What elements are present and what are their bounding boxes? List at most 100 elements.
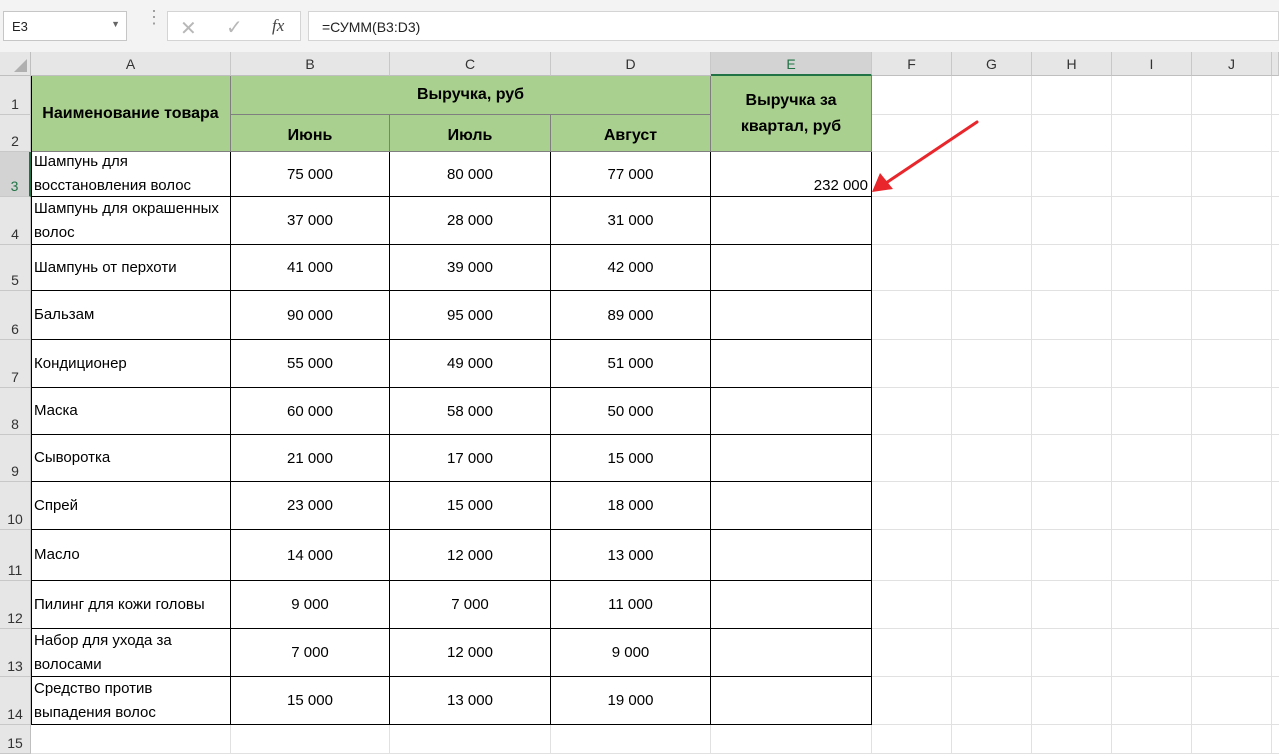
quarter-total-cell[interactable] — [711, 291, 872, 340]
product-name-cell[interactable]: Шампунь от перхоти — [31, 245, 231, 291]
row-header-6[interactable]: 6 — [0, 291, 31, 340]
check-icon[interactable]: ✓ — [226, 15, 243, 40]
quarter-total-cell[interactable] — [711, 482, 872, 530]
row-header-15[interactable]: 15 — [0, 725, 31, 754]
row-header-5[interactable]: 5 — [0, 245, 31, 291]
column-header-f[interactable]: F — [872, 52, 952, 76]
product-name-cell[interactable]: Спрей — [31, 482, 231, 530]
row-header-2[interactable]: 2 — [0, 115, 31, 152]
column-header-overflow[interactable] — [1272, 52, 1279, 76]
product-name-cell[interactable]: Шампунь для окрашенных волос — [31, 197, 231, 245]
product-name-cell[interactable]: Сыворотка — [31, 435, 231, 482]
row-header-8[interactable]: 8 — [0, 388, 31, 435]
product-name-cell[interactable]: Шампунь для восстановления волос — [31, 152, 231, 197]
column-header-h[interactable]: H — [1032, 52, 1112, 76]
row-header-11[interactable]: 11 — [0, 530, 31, 581]
august-value-cell[interactable]: 11 000 — [551, 581, 711, 629]
column-header-j[interactable]: J — [1192, 52, 1272, 76]
july-value-cell[interactable]: 15 000 — [390, 482, 551, 530]
product-name-cell[interactable]: Средство против выпадения волос — [31, 677, 231, 725]
august-value-cell[interactable]: 42 000 — [551, 245, 711, 291]
row-header-9[interactable]: 9 — [0, 435, 31, 482]
august-value-cell[interactable]: 13 000 — [551, 530, 711, 581]
quarter-total-cell[interactable] — [711, 581, 872, 629]
product-name-cell[interactable]: Бальзам — [31, 291, 231, 340]
quarter-total-cell[interactable] — [711, 530, 872, 581]
row-header-14[interactable]: 14 — [0, 677, 31, 725]
june-value-cell[interactable]: 90 000 — [231, 291, 390, 340]
july-value-cell[interactable]: 49 000 — [390, 340, 551, 388]
column-header-e[interactable]: E — [711, 52, 872, 76]
column-header-i[interactable]: I — [1112, 52, 1192, 76]
july-value-cell[interactable]: 7 000 — [390, 581, 551, 629]
product-name-cell[interactable]: Кондиционер — [31, 340, 231, 388]
header-quarter-revenue[interactable]: Выручка за квартал, руб — [711, 76, 872, 152]
june-value-cell[interactable]: 14 000 — [231, 530, 390, 581]
quarter-total-cell[interactable] — [711, 197, 872, 245]
column-header-b[interactable]: B — [231, 52, 390, 76]
product-name-cell[interactable]: Пилинг для кожи головы — [31, 581, 231, 629]
header-month-july[interactable]: Июль — [390, 115, 551, 152]
quarter-total-cell[interactable] — [711, 245, 872, 291]
june-value-cell[interactable]: 75 000 — [231, 152, 390, 197]
row-header-7[interactable]: 7 — [0, 340, 31, 388]
august-value-cell[interactable]: 9 000 — [551, 629, 711, 677]
july-value-cell[interactable]: 95 000 — [390, 291, 551, 340]
row-header-1[interactable]: 1 — [0, 76, 31, 115]
june-value-cell[interactable]: 7 000 — [231, 629, 390, 677]
july-value-cell[interactable]: 17 000 — [390, 435, 551, 482]
product-name-cell[interactable]: Набор для ухода за волосами — [31, 629, 231, 677]
june-value-cell[interactable]: 21 000 — [231, 435, 390, 482]
quarter-total-cell[interactable] — [711, 388, 872, 435]
july-value-cell[interactable]: 39 000 — [390, 245, 551, 291]
formula-input[interactable]: =СУММ(B3:D3) — [308, 11, 1279, 41]
column-header-c[interactable]: C — [390, 52, 551, 76]
cancel-icon[interactable]: ✕ — [180, 16, 197, 41]
june-value-cell[interactable]: 15 000 — [231, 677, 390, 725]
row-header-12[interactable]: 12 — [0, 581, 31, 629]
column-header-g[interactable]: G — [952, 52, 1032, 76]
quarter-total-cell[interactable] — [711, 677, 872, 725]
august-value-cell[interactable]: 89 000 — [551, 291, 711, 340]
row-header-13[interactable]: 13 — [0, 629, 31, 677]
august-value-cell[interactable]: 31 000 — [551, 197, 711, 245]
select-all-button[interactable] — [0, 52, 31, 76]
header-product-name[interactable]: Наименование товара — [31, 76, 231, 152]
product-name-cell[interactable]: Масло — [31, 530, 231, 581]
july-value-cell[interactable]: 13 000 — [390, 677, 551, 725]
header-month-august[interactable]: Август — [551, 115, 711, 152]
august-value-cell[interactable]: 50 000 — [551, 388, 711, 435]
name-box[interactable]: E3 ▼ — [3, 11, 127, 41]
july-value-cell[interactable]: 80 000 — [390, 152, 551, 197]
june-value-cell[interactable]: 9 000 — [231, 581, 390, 629]
quarter-total-cell[interactable] — [711, 629, 872, 677]
row-header-10[interactable]: 10 — [0, 482, 31, 530]
product-name-cell[interactable]: Маска — [31, 388, 231, 435]
july-value-cell[interactable]: 12 000 — [390, 530, 551, 581]
august-value-cell[interactable]: 19 000 — [551, 677, 711, 725]
august-value-cell[interactable]: 77 000 — [551, 152, 711, 197]
column-header-d[interactable]: D — [551, 52, 711, 76]
june-value-cell[interactable]: 37 000 — [231, 197, 390, 245]
quarter-total-cell[interactable] — [711, 435, 872, 482]
row-header-3[interactable]: 3 — [0, 152, 31, 197]
insert-function-icon[interactable]: fx — [272, 16, 284, 36]
chevron-down-icon[interactable]: ▼ — [111, 19, 120, 29]
july-value-cell[interactable]: 58 000 — [390, 388, 551, 435]
header-revenue[interactable]: Выручка, руб — [231, 76, 711, 115]
column-header-a[interactable]: A — [31, 52, 231, 76]
august-value-cell[interactable]: 18 000 — [551, 482, 711, 530]
quarter-total-cell-selected[interactable]: 232 000 — [711, 152, 872, 197]
june-value-cell[interactable]: 41 000 — [231, 245, 390, 291]
row-header-4[interactable]: 4 — [0, 197, 31, 245]
header-month-june[interactable]: Июнь — [231, 115, 390, 152]
june-value-cell[interactable]: 23 000 — [231, 482, 390, 530]
quarter-total-cell[interactable] — [711, 340, 872, 388]
drag-handle-icon[interactable]: ⋮ — [145, 8, 163, 26]
august-value-cell[interactable]: 51 000 — [551, 340, 711, 388]
july-value-cell[interactable]: 12 000 — [390, 629, 551, 677]
july-value-cell[interactable]: 28 000 — [390, 197, 551, 245]
june-value-cell[interactable]: 55 000 — [231, 340, 390, 388]
august-value-cell[interactable]: 15 000 — [551, 435, 711, 482]
june-value-cell[interactable]: 60 000 — [231, 388, 390, 435]
